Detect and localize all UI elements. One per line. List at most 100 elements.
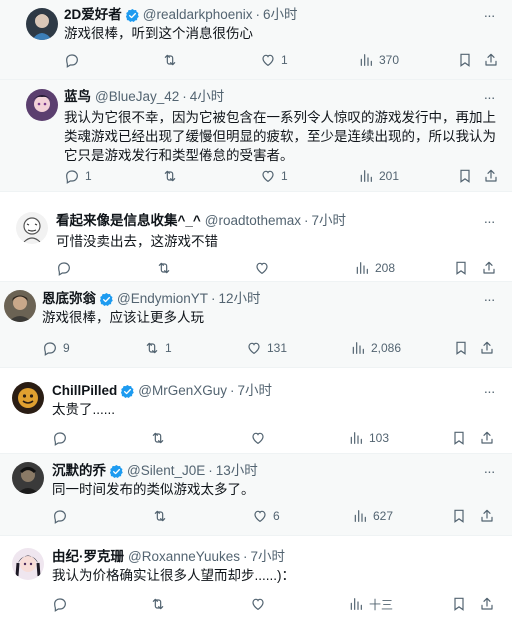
- display-name[interactable]: 蓝鸟: [64, 88, 91, 106]
- display-name[interactable]: 2D爱好者: [64, 6, 122, 24]
- timestamp[interactable]: 7小时: [312, 212, 347, 230]
- views-icon: [354, 260, 375, 276]
- timestamp[interactable]: 6小时: [263, 6, 298, 24]
- share-icon[interactable]: [478, 428, 496, 448]
- reply-count: 1: [85, 169, 92, 183]
- tweet[interactable]: 蓝鸟 @BlueJay_42 · 4小时 ··· 我认为它很不幸，因为它被包含在…: [0, 80, 512, 192]
- tweet-header: 由纪·罗克珊 @RoxanneYuukes · 7小时: [52, 548, 285, 566]
- more-icon[interactable]: ···: [480, 6, 498, 24]
- reply-button[interactable]: [56, 258, 77, 278]
- avatar[interactable]: [12, 462, 44, 494]
- bookmark-icon[interactable]: [456, 166, 474, 186]
- retweet-icon: [150, 430, 171, 446]
- tweet[interactable]: 2D爱好者 @realdarkphoenix · 6小时 ··· 游戏很棒，听到…: [0, 0, 512, 80]
- tweet[interactable]: 沉默的乔 @Silent_J0E · 13小时 ··· 同一时间发布的类似游戏太…: [0, 454, 512, 536]
- timestamp[interactable]: 7小时: [251, 548, 286, 566]
- views-button[interactable]: 2,086: [350, 338, 401, 358]
- views-button[interactable]: 201: [358, 166, 399, 186]
- more-icon[interactable]: ···: [480, 212, 498, 230]
- like-button[interactable]: 1: [260, 50, 288, 70]
- user-handle[interactable]: @RoxanneYuukes: [128, 548, 240, 566]
- reply-button[interactable]: [52, 428, 73, 448]
- more-icon[interactable]: ···: [480, 290, 498, 308]
- reply-icon: [64, 168, 85, 184]
- user-handle[interactable]: @Silent_J0E: [127, 462, 205, 480]
- display-name[interactable]: 由纪·罗克珊: [52, 548, 124, 566]
- user-handle[interactable]: @BlueJay_42: [95, 88, 179, 106]
- retweet-button[interactable]: [162, 166, 183, 186]
- retweet-button[interactable]: [152, 506, 173, 526]
- like-button[interactable]: 131: [246, 338, 287, 358]
- tweet-actions: 1 1 201: [64, 166, 504, 186]
- user-handle[interactable]: @MrGenXGuy: [138, 382, 227, 400]
- bookmark-icon[interactable]: [450, 506, 468, 526]
- display-name[interactable]: ChillPilled: [52, 382, 117, 400]
- reply-button[interactable]: 1: [64, 166, 92, 186]
- heart-icon: [252, 508, 273, 524]
- tweet-text: 同一时间发布的类似游戏太多了。: [52, 482, 255, 497]
- retweet-button[interactable]: [150, 594, 171, 614]
- retweet-button[interactable]: [156, 258, 177, 278]
- separator-dot: ·: [243, 549, 248, 564]
- avatar[interactable]: [26, 89, 58, 121]
- like-button[interactable]: 6: [252, 506, 280, 526]
- views-button[interactable]: 627: [352, 506, 393, 526]
- share-icon[interactable]: [478, 594, 496, 614]
- retweet-button[interactable]: [150, 428, 171, 448]
- user-handle[interactable]: @roadtothemax: [205, 212, 301, 230]
- bookmark-icon[interactable]: [450, 428, 468, 448]
- tweet[interactable]: 看起来像是信息收集^_^ @roadtothemax · 7小时 ··· 可惜没…: [0, 200, 512, 282]
- reply-button[interactable]: [52, 506, 73, 526]
- like-button[interactable]: [250, 594, 271, 614]
- timestamp[interactable]: 4小时: [190, 88, 225, 106]
- avatar[interactable]: [4, 290, 36, 322]
- more-icon[interactable]: ···: [480, 88, 498, 106]
- display-name[interactable]: 看起来像是信息收集^_^: [56, 212, 201, 230]
- views-button[interactable]: 103: [348, 428, 389, 448]
- heart-icon: [254, 260, 275, 276]
- display-name[interactable]: 恩底弥翁: [42, 290, 96, 308]
- like-button[interactable]: 1: [260, 166, 288, 186]
- tweet-actions: 9 1 131 2,086: [42, 338, 502, 358]
- share-icon[interactable]: [478, 506, 496, 526]
- avatar[interactable]: [12, 382, 44, 414]
- like-button[interactable]: [254, 258, 275, 278]
- more-icon[interactable]: ···: [480, 462, 498, 480]
- reply-button[interactable]: [52, 594, 73, 614]
- bookmark-icon[interactable]: [456, 50, 474, 70]
- share-icon[interactable]: [480, 258, 498, 278]
- bookmark-icon[interactable]: [452, 338, 470, 358]
- like-count: 6: [273, 509, 280, 523]
- retweet-button[interactable]: [162, 50, 183, 70]
- views-button[interactable]: 208: [354, 258, 395, 278]
- tweet[interactable]: 由纪·罗克珊 @RoxanneYuukes · 7小时 我认为价格确实让很多人望…: [0, 538, 512, 619]
- user-handle[interactable]: @realdarkphoenix: [143, 6, 253, 24]
- bookmark-icon[interactable]: [452, 258, 470, 278]
- share-icon[interactable]: [482, 166, 500, 186]
- reply-icon: [64, 52, 85, 68]
- display-name[interactable]: 沉默的乔: [52, 462, 106, 480]
- views-button[interactable]: 370: [358, 50, 399, 70]
- views-button[interactable]: 十三: [348, 594, 393, 614]
- tweet-header: 看起来像是信息收集^_^ @roadtothemax · 7小时: [56, 212, 346, 230]
- reply-button[interactable]: [64, 50, 85, 70]
- tweet[interactable]: 恩底弥翁 @EndymionYT · 12小时 ··· 游戏很棒，应该让更多人玩…: [0, 282, 512, 368]
- bookmark-icon[interactable]: [450, 594, 468, 614]
- timestamp[interactable]: 13小时: [216, 462, 258, 480]
- retweet-button[interactable]: 1: [144, 338, 172, 358]
- timestamp[interactable]: 7小时: [238, 382, 273, 400]
- share-icon[interactable]: [478, 338, 496, 358]
- tweet-header: 2D爱好者 @realdarkphoenix · 6小时: [64, 6, 298, 24]
- avatar[interactable]: [16, 212, 48, 244]
- tweet[interactable]: ChillPilled @MrGenXGuy · 7小时 ··· 太贵了....…: [0, 372, 512, 454]
- reply-button[interactable]: 9: [42, 338, 70, 358]
- views-icon: [358, 52, 379, 68]
- reply-icon: [52, 508, 73, 524]
- share-icon[interactable]: [482, 50, 500, 70]
- more-icon[interactable]: ···: [480, 382, 498, 400]
- user-handle[interactable]: @EndymionYT: [117, 290, 208, 308]
- like-button[interactable]: [250, 428, 271, 448]
- avatar[interactable]: [26, 8, 58, 40]
- timestamp[interactable]: 12小时: [219, 290, 261, 308]
- avatar[interactable]: [12, 548, 44, 580]
